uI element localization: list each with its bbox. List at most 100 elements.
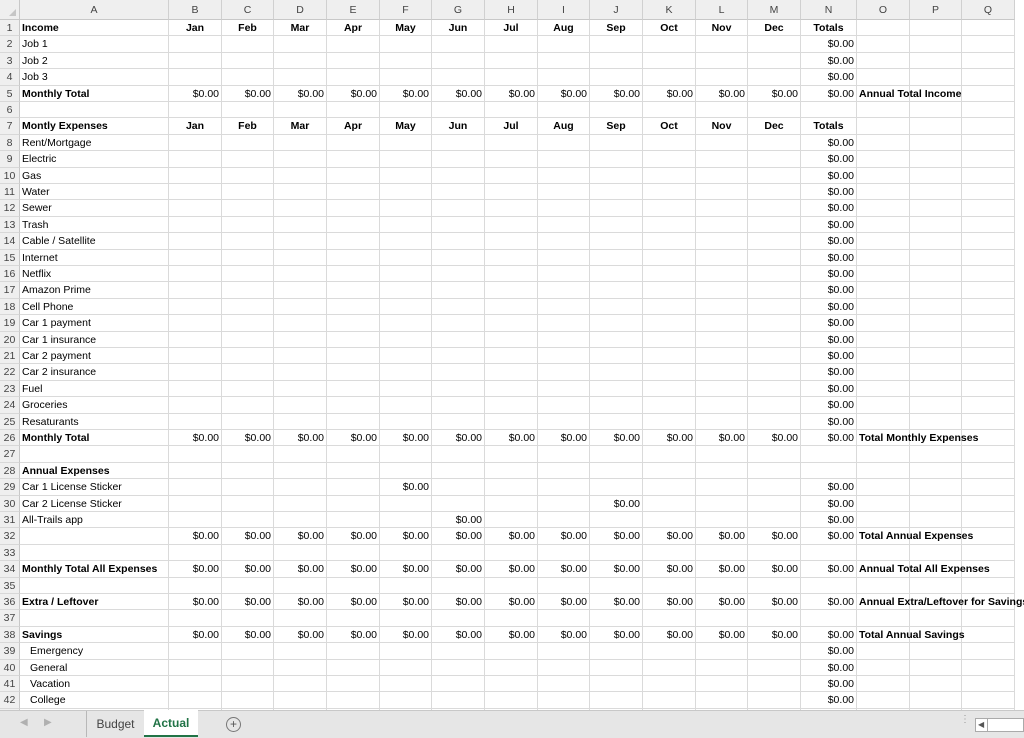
cell-f11[interactable]	[380, 184, 432, 200]
cell-o12[interactable]	[857, 200, 910, 217]
cell-c10[interactable]	[222, 168, 274, 184]
cell-k12[interactable]	[643, 200, 696, 217]
cell-b34[interactable]: $0.00	[169, 561, 222, 578]
cell-o20[interactable]	[857, 332, 910, 348]
cell-g2[interactable]	[432, 36, 485, 53]
cell-a3[interactable]: Job 2	[20, 53, 169, 69]
cell-a26[interactable]: Monthly Total	[20, 430, 169, 446]
cell-a41[interactable]: Vacation	[20, 676, 169, 692]
cell-a16[interactable]: Netflix	[20, 266, 169, 282]
column-header-p[interactable]: P	[910, 0, 962, 20]
cell-k7[interactable]: Oct	[643, 118, 696, 135]
cell-g39[interactable]	[432, 643, 485, 660]
cell-o14[interactable]	[857, 233, 910, 250]
cell-n19[interactable]: $0.00	[801, 315, 857, 332]
cell-j2[interactable]	[590, 36, 643, 53]
row-header[interactable]: 25	[0, 414, 20, 430]
cell-j18[interactable]	[590, 299, 643, 315]
column-header-d[interactable]: D	[274, 0, 327, 20]
cell-m7[interactable]: Dec	[748, 118, 801, 135]
cell-o23[interactable]	[857, 381, 910, 397]
cell-c38[interactable]: $0.00	[222, 627, 274, 643]
cell-c15[interactable]	[222, 250, 274, 266]
cell-o33[interactable]	[857, 545, 910, 561]
cell-f18[interactable]	[380, 299, 432, 315]
cell-g42[interactable]	[432, 692, 485, 709]
cell-f8[interactable]	[380, 135, 432, 151]
cell-f20[interactable]	[380, 332, 432, 348]
cell-j10[interactable]	[590, 168, 643, 184]
cell-c29[interactable]	[222, 479, 274, 496]
cell-j36[interactable]: $0.00	[590, 594, 643, 610]
cell-g33[interactable]	[432, 545, 485, 561]
row-header[interactable]: 15	[0, 250, 20, 266]
cell-b13[interactable]	[169, 217, 222, 233]
cell-o39[interactable]	[857, 643, 910, 660]
cell-c22[interactable]	[222, 364, 274, 381]
row-header[interactable]: 32	[0, 528, 20, 545]
cell-f29[interactable]: $0.00	[380, 479, 432, 496]
cell-o35[interactable]	[857, 578, 910, 594]
cell-j32[interactable]: $0.00	[590, 528, 643, 545]
cell-j41[interactable]	[590, 676, 643, 692]
cell-d4[interactable]	[274, 69, 327, 86]
cell-a21[interactable]: Car 2 payment	[20, 348, 169, 364]
cell-d15[interactable]	[274, 250, 327, 266]
cell-n7[interactable]: Totals	[801, 118, 857, 135]
cell-h3[interactable]	[485, 53, 538, 69]
scroll-left-icon[interactable]: ◀	[978, 719, 984, 731]
cell-q30[interactable]	[962, 496, 1015, 512]
row-header[interactable]: 2	[0, 36, 20, 53]
cell-i2[interactable]	[538, 36, 590, 53]
cell-k20[interactable]	[643, 332, 696, 348]
row-header[interactable]: 1	[0, 20, 20, 36]
cell-i5[interactable]: $0.00	[538, 86, 590, 102]
cell-i1[interactable]: Aug	[538, 20, 590, 36]
cell-m42[interactable]	[748, 692, 801, 709]
cell-l21[interactable]	[696, 348, 748, 364]
cell-o26[interactable]: Total Monthly Expenses	[857, 430, 978, 446]
cell-l14[interactable]	[696, 233, 748, 250]
cell-a4[interactable]: Job 3	[20, 69, 169, 86]
cell-d16[interactable]	[274, 266, 327, 282]
cell-k5[interactable]: $0.00	[643, 86, 696, 102]
cell-n28[interactable]	[801, 463, 857, 479]
cell-h34[interactable]: $0.00	[485, 561, 538, 578]
cell-l16[interactable]	[696, 266, 748, 282]
cell-h13[interactable]	[485, 217, 538, 233]
cell-e9[interactable]	[327, 151, 380, 168]
cell-f37[interactable]	[380, 610, 432, 627]
cell-e31[interactable]	[327, 512, 380, 528]
cell-j1[interactable]: Sep	[590, 20, 643, 36]
cell-p22[interactable]	[910, 364, 962, 381]
cell-k23[interactable]	[643, 381, 696, 397]
cell-q16[interactable]	[962, 266, 1015, 282]
cell-c30[interactable]	[222, 496, 274, 512]
cell-l29[interactable]	[696, 479, 748, 496]
cell-d27[interactable]	[274, 446, 327, 463]
cell-m40[interactable]	[748, 660, 801, 676]
cell-b39[interactable]	[169, 643, 222, 660]
cell-i21[interactable]	[538, 348, 590, 364]
cell-q13[interactable]	[962, 217, 1015, 233]
cell-m15[interactable]	[748, 250, 801, 266]
cell-k36[interactable]: $0.00	[643, 594, 696, 610]
cell-o22[interactable]	[857, 364, 910, 381]
cell-j9[interactable]	[590, 151, 643, 168]
row-header[interactable]: 14	[0, 233, 20, 250]
cell-n37[interactable]	[801, 610, 857, 627]
cell-a7[interactable]: Montly Expenses	[20, 118, 169, 135]
cell-o37[interactable]	[857, 610, 910, 627]
cell-q38[interactable]	[962, 627, 1015, 643]
cell-j37[interactable]	[590, 610, 643, 627]
row-header[interactable]: 19	[0, 315, 20, 332]
row-header[interactable]: 9	[0, 151, 20, 168]
cell-c11[interactable]	[222, 184, 274, 200]
row-header[interactable]: 11	[0, 184, 20, 200]
cell-h11[interactable]	[485, 184, 538, 200]
cell-d31[interactable]	[274, 512, 327, 528]
cell-f16[interactable]	[380, 266, 432, 282]
cell-f13[interactable]	[380, 217, 432, 233]
cell-f19[interactable]	[380, 315, 432, 332]
cell-e33[interactable]	[327, 545, 380, 561]
